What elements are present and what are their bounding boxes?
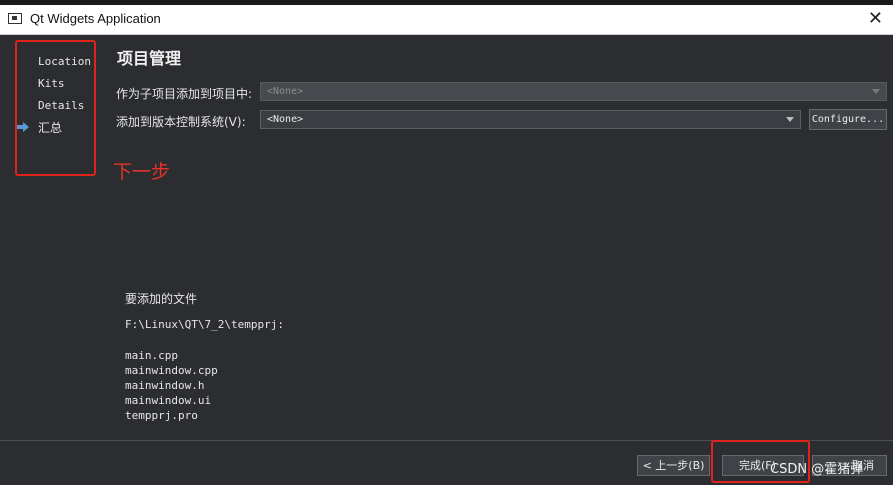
add-as-subproject-combo: <None> [260, 82, 887, 101]
back-button[interactable]: < 上一步(B) [637, 455, 710, 476]
next-step-annotation: 下一步 [113, 161, 171, 183]
chevron-down-icon [786, 117, 794, 122]
vcs-label: 添加到版本控制系统(V): [116, 115, 246, 129]
watermark: CSDN @霍猪弹 [770, 462, 864, 477]
file-list: main.cpp mainwindow.cpp mainwindow.h mai… [125, 348, 218, 423]
list-item: mainwindow.h [125, 379, 205, 392]
list-item: tempprj.pro [125, 409, 198, 422]
add-as-subproject-label: 作为子项目添加到项目中: [116, 87, 253, 101]
list-item: main.cpp [125, 349, 178, 362]
chevron-down-icon [872, 89, 880, 94]
close-icon[interactable]: ✕ [868, 8, 883, 29]
list-item: mainwindow.ui [125, 394, 212, 407]
project-path: F:\Linux\QT\7_2\tempprj: [125, 318, 284, 331]
configure-button[interactable]: Configure... [809, 109, 887, 130]
window-titlebar: Qt Widgets Application ✕ [0, 5, 893, 35]
add-as-subproject-value: <None> [267, 86, 304, 97]
app-window-icon [8, 13, 22, 24]
page-title: 项目管理 [117, 49, 182, 68]
vcs-value: <None> [267, 114, 304, 125]
highlight-box-sidebar [15, 40, 96, 176]
files-to-add-title: 要添加的文件 [125, 292, 198, 306]
list-item: mainwindow.cpp [125, 364, 218, 377]
vcs-combo[interactable]: <None> [260, 110, 801, 129]
window-title: Qt Widgets Application [30, 11, 161, 26]
